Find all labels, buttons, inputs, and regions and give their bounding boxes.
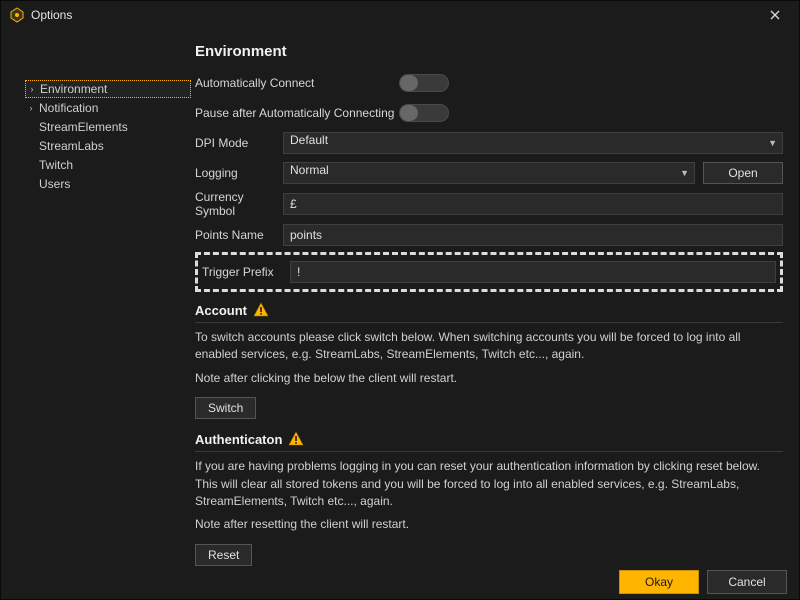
label-trigger-prefix: Trigger Prefix <box>202 265 290 279</box>
divider <box>195 451 783 452</box>
points-name-input[interactable] <box>283 224 783 246</box>
sidebar-item-streamlabs[interactable]: StreamLabs <box>25 137 191 155</box>
titlebar: Options <box>1 1 799 29</box>
warning-icon <box>253 302 269 318</box>
options-window: Options › Environment › Notification Str… <box>0 0 800 600</box>
account-title-text: Account <box>195 303 247 318</box>
section-title-account: Account <box>195 302 783 318</box>
warning-icon <box>288 431 304 447</box>
row-auto-connect: Automatically Connect <box>195 70 783 96</box>
label-logging: Logging <box>195 166 283 180</box>
row-currency-symbol: Currency Symbol <box>195 190 783 218</box>
main-panel: Environment Automatically Connect Pause … <box>191 39 789 566</box>
footer: Okay Cancel <box>1 566 799 599</box>
toggle-auto-connect[interactable] <box>399 74 449 92</box>
toggle-pause-after[interactable] <box>399 104 449 122</box>
sidebar-item-label: Notification <box>39 101 98 115</box>
sidebar-item-label: Users <box>39 177 70 191</box>
sidebar: › Environment › Notification StreamEleme… <box>11 39 191 566</box>
label-dpi-mode: DPI Mode <box>195 136 283 150</box>
label-pause-after: Pause after Automatically Connecting <box>195 106 399 120</box>
highlight-trigger-prefix: Trigger Prefix <box>195 252 783 292</box>
page-title: Environment <box>195 43 783 60</box>
sidebar-item-streamelements[interactable]: StreamElements <box>25 118 191 136</box>
row-dpi-mode: DPI Mode Default ▼ <box>195 130 783 156</box>
row-logging: Logging Normal ▼ Open <box>195 160 783 186</box>
account-text-2: Note after clicking the below the client… <box>195 370 783 387</box>
cancel-button[interactable]: Cancel <box>707 570 787 594</box>
select-dpi-mode[interactable]: Default ▼ <box>283 132 783 154</box>
sidebar-item-twitch[interactable]: Twitch <box>25 156 191 174</box>
reset-auth-button[interactable]: Reset <box>195 544 252 566</box>
row-pause-after: Pause after Automatically Connecting <box>195 100 783 126</box>
section-title-authentication: Authenticaton <box>195 431 783 447</box>
close-button[interactable] <box>755 1 795 29</box>
chevron-right-icon: › <box>25 103 37 113</box>
auth-title-text: Authenticaton <box>195 432 282 447</box>
auth-text-2: Note after resetting the client will res… <box>195 516 783 533</box>
label-currency-symbol: Currency Symbol <box>195 190 283 218</box>
select-logging-value: Normal <box>283 162 695 184</box>
row-trigger-prefix: Trigger Prefix <box>202 259 776 285</box>
sidebar-item-notification[interactable]: › Notification <box>25 99 191 117</box>
okay-button[interactable]: Okay <box>619 570 699 594</box>
sidebar-item-label: StreamLabs <box>39 139 104 153</box>
chevron-right-icon: › <box>26 84 38 94</box>
window-title: Options <box>31 8 72 22</box>
body: › Environment › Notification StreamEleme… <box>1 29 799 566</box>
open-log-button[interactable]: Open <box>703 162 783 184</box>
account-text-1: To switch accounts please click switch b… <box>195 329 783 364</box>
switch-account-button[interactable]: Switch <box>195 397 256 419</box>
sidebar-item-label: Twitch <box>39 158 73 172</box>
trigger-prefix-input[interactable] <box>290 261 776 283</box>
currency-symbol-input[interactable] <box>283 193 783 215</box>
select-logging[interactable]: Normal ▼ <box>283 162 695 184</box>
divider <box>195 322 783 323</box>
app-icon <box>9 7 25 23</box>
sidebar-item-label: Environment <box>40 82 107 96</box>
sidebar-item-users[interactable]: Users <box>25 175 191 193</box>
auth-text-1: If you are having problems logging in yo… <box>195 458 783 510</box>
sidebar-item-environment[interactable]: › Environment <box>25 80 191 98</box>
close-icon <box>770 10 780 20</box>
sidebar-item-label: StreamElements <box>39 120 128 134</box>
select-dpi-mode-value: Default <box>283 132 783 154</box>
label-auto-connect: Automatically Connect <box>195 76 399 90</box>
row-points-name: Points Name <box>195 222 783 248</box>
label-points-name: Points Name <box>195 228 283 242</box>
